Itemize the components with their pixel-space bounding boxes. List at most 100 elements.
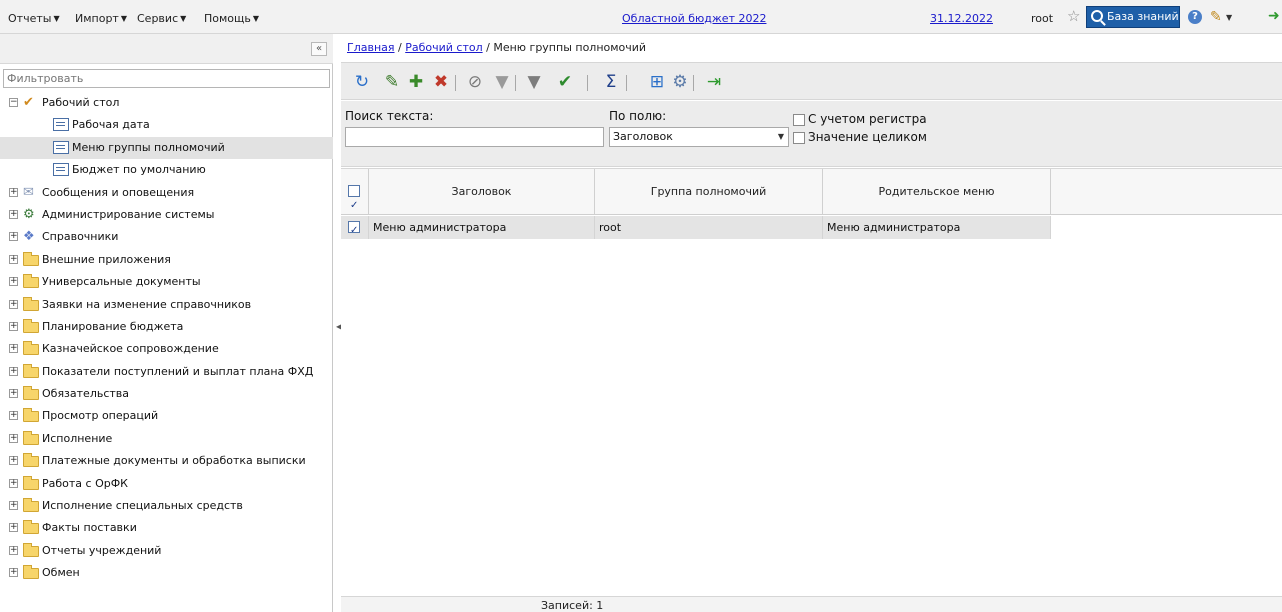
filter-settings-icon[interactable]: ▼: [523, 71, 545, 93]
breadcrumb-home[interactable]: Главная: [347, 41, 395, 54]
expand-node-icon[interactable]: +: [9, 277, 18, 287]
table-row[interactable]: Меню администратора root Меню администра…: [341, 216, 1051, 242]
delete-icon[interactable]: ✖: [430, 71, 452, 93]
whole-value-checkbox[interactable]: [793, 132, 805, 144]
menu-import[interactable]: Импорт ▼: [75, 12, 127, 25]
collapse-panel-button[interactable]: «: [311, 42, 327, 56]
search-field-select[interactable]: Заголовок ▼: [609, 127, 789, 147]
tree-filter-input[interactable]: [3, 69, 330, 88]
breadcrumb-desktop[interactable]: Рабочий стол: [405, 41, 482, 54]
navigation-tree: − ✔ Рабочий стол Рабочая дата Меню группы по…: [0, 92, 333, 585]
expand-node-icon[interactable]: +: [9, 523, 18, 533]
tree-item-label: Администрирование системы: [42, 207, 215, 221]
tree-item[interactable]: + Исполнение: [0, 428, 333, 450]
clear-filter-icon[interactable]: ⊘: [464, 71, 486, 93]
tree-item[interactable]: + ❖ Справочники: [0, 226, 333, 248]
column-header-title[interactable]: Заголовок: [369, 169, 595, 215]
expand-node-icon[interactable]: +: [9, 321, 18, 331]
tree-item[interactable]: + Исполнение специальных средств: [0, 495, 333, 517]
expand-node-icon[interactable]: +: [9, 545, 18, 555]
collapse-node-icon[interactable]: −: [9, 98, 18, 107]
row-checkbox[interactable]: [348, 219, 360, 242]
tree-item[interactable]: + Внешние приложения: [0, 249, 333, 271]
tree-item-label: Планирование бюджета: [42, 319, 184, 333]
settings-icon[interactable]: ⚙: [669, 71, 691, 93]
expand-node-icon[interactable]: +: [9, 456, 18, 466]
menu-reports[interactable]: Отчеты ▼: [8, 12, 60, 25]
tree-item[interactable]: + Факты поставки: [0, 517, 333, 539]
case-sensitive-checkbox[interactable]: [793, 114, 805, 126]
whole-value-label: Значение целиком: [808, 130, 927, 144]
chevron-down-icon[interactable]: ▼: [1226, 13, 1232, 22]
exit-icon[interactable]: ⇥: [703, 71, 725, 93]
folder-icon: [23, 296, 39, 311]
tree-item[interactable]: + Работа с ОрФК: [0, 473, 333, 495]
tools-icon[interactable]: ✎: [1210, 9, 1222, 25]
chevron-down-icon: ▼: [120, 14, 127, 23]
folder-icon: [23, 318, 39, 333]
tree-item[interactable]: + Планирование бюджета: [0, 316, 333, 338]
column-header-group[interactable]: Группа полномочий: [595, 169, 823, 215]
column-header-parent-menu[interactable]: Родительское меню: [823, 169, 1051, 215]
star-icon[interactable]: ☆: [1067, 9, 1080, 24]
expand-node-icon[interactable]: +: [9, 232, 18, 242]
help-icon[interactable]: ?: [1188, 10, 1202, 24]
chevron-down-icon: ▼: [777, 132, 785, 141]
expand-node-icon[interactable]: +: [9, 433, 18, 443]
refresh-icon[interactable]: ↻: [351, 71, 373, 93]
menu-service[interactable]: Сервис ▼: [137, 12, 186, 25]
export-icon[interactable]: ⊞: [646, 71, 668, 93]
tree-item[interactable]: + ⚙ Администрирование системы: [0, 204, 333, 226]
tree-item[interactable]: + Казначейское сопровождение: [0, 338, 333, 360]
folder-icon: [23, 251, 39, 266]
search-text-label: Поиск текста:: [345, 109, 434, 123]
expand-node-icon[interactable]: +: [9, 478, 18, 488]
grid-body: [341, 216, 1282, 596]
budget-link[interactable]: Областной бюджет 2022: [622, 12, 766, 25]
expand-node-icon[interactable]: +: [9, 344, 18, 354]
tree-item[interactable]: Бюджет по умолчанию: [0, 159, 333, 181]
grid-footer: Записей: 1: [341, 596, 1282, 612]
tree-item[interactable]: Меню группы полномочий: [0, 136, 333, 160]
logout-icon[interactable]: ➜: [1268, 8, 1280, 24]
expand-node-icon[interactable]: +: [9, 411, 18, 421]
tree-item[interactable]: − ✔ Рабочий стол: [0, 92, 333, 114]
tree-item[interactable]: + Просмотр операций: [0, 405, 333, 427]
select-all-checkbox[interactable]: [348, 183, 360, 229]
toolbar-separator: [455, 75, 456, 91]
knowledge-base-button[interactable]: База знаний: [1086, 6, 1180, 28]
tree-item[interactable]: Рабочая дата: [0, 114, 333, 136]
expand-node-icon[interactable]: +: [9, 366, 18, 376]
edit-icon[interactable]: ✎: [381, 71, 403, 93]
sum-icon[interactable]: Σ: [600, 71, 622, 93]
tree-item[interactable]: + Отчеты учреждений: [0, 540, 333, 562]
row-select-cell: [341, 216, 369, 242]
expand-node-icon[interactable]: +: [9, 501, 18, 511]
filter-icon[interactable]: ▼: [491, 71, 513, 93]
grid-header: Заголовок Группа полномочий Родительское…: [341, 168, 1282, 229]
menu-help[interactable]: Помощь ▼: [204, 12, 259, 25]
tree-item[interactable]: + Обязательства: [0, 383, 333, 405]
search-field-label: По полю:: [609, 109, 667, 123]
tree-item[interactable]: + Универсальные документы: [0, 271, 333, 293]
records-count: Записей: 1: [541, 599, 604, 612]
expand-node-icon[interactable]: +: [9, 568, 18, 578]
check-menu-icon[interactable]: ✔: [554, 71, 576, 93]
tree-item[interactable]: + Заявки на изменение справочников: [0, 294, 333, 316]
add-icon[interactable]: ✚: [405, 71, 427, 93]
expand-node-icon[interactable]: +: [9, 187, 18, 197]
expand-node-icon[interactable]: +: [9, 389, 18, 399]
date-link[interactable]: 31.12.2022: [930, 12, 993, 25]
expand-node-icon[interactable]: +: [9, 209, 18, 219]
expand-node-icon[interactable]: +: [9, 254, 18, 264]
tree-item[interactable]: + Показатели поступлений и выплат плана Ф…: [0, 361, 333, 383]
search-text-input[interactable]: [345, 127, 604, 147]
tree-item-label: Отчеты учреждений: [42, 543, 162, 557]
expand-node-icon[interactable]: +: [9, 299, 18, 309]
leaf-icon: [53, 118, 69, 132]
tree-item[interactable]: + ✉ Сообщения и оповещения: [0, 182, 333, 204]
tree-item[interactable]: + Платежные документы и обработка выписки: [0, 450, 333, 472]
cell-title: Меню администратора: [369, 216, 595, 239]
tree-item[interactable]: + Обмен: [0, 562, 333, 584]
top-menu-bar: Отчеты ▼ Импорт ▼ Сервис ▼ Помощь ▼ Областно…: [0, 0, 1282, 34]
